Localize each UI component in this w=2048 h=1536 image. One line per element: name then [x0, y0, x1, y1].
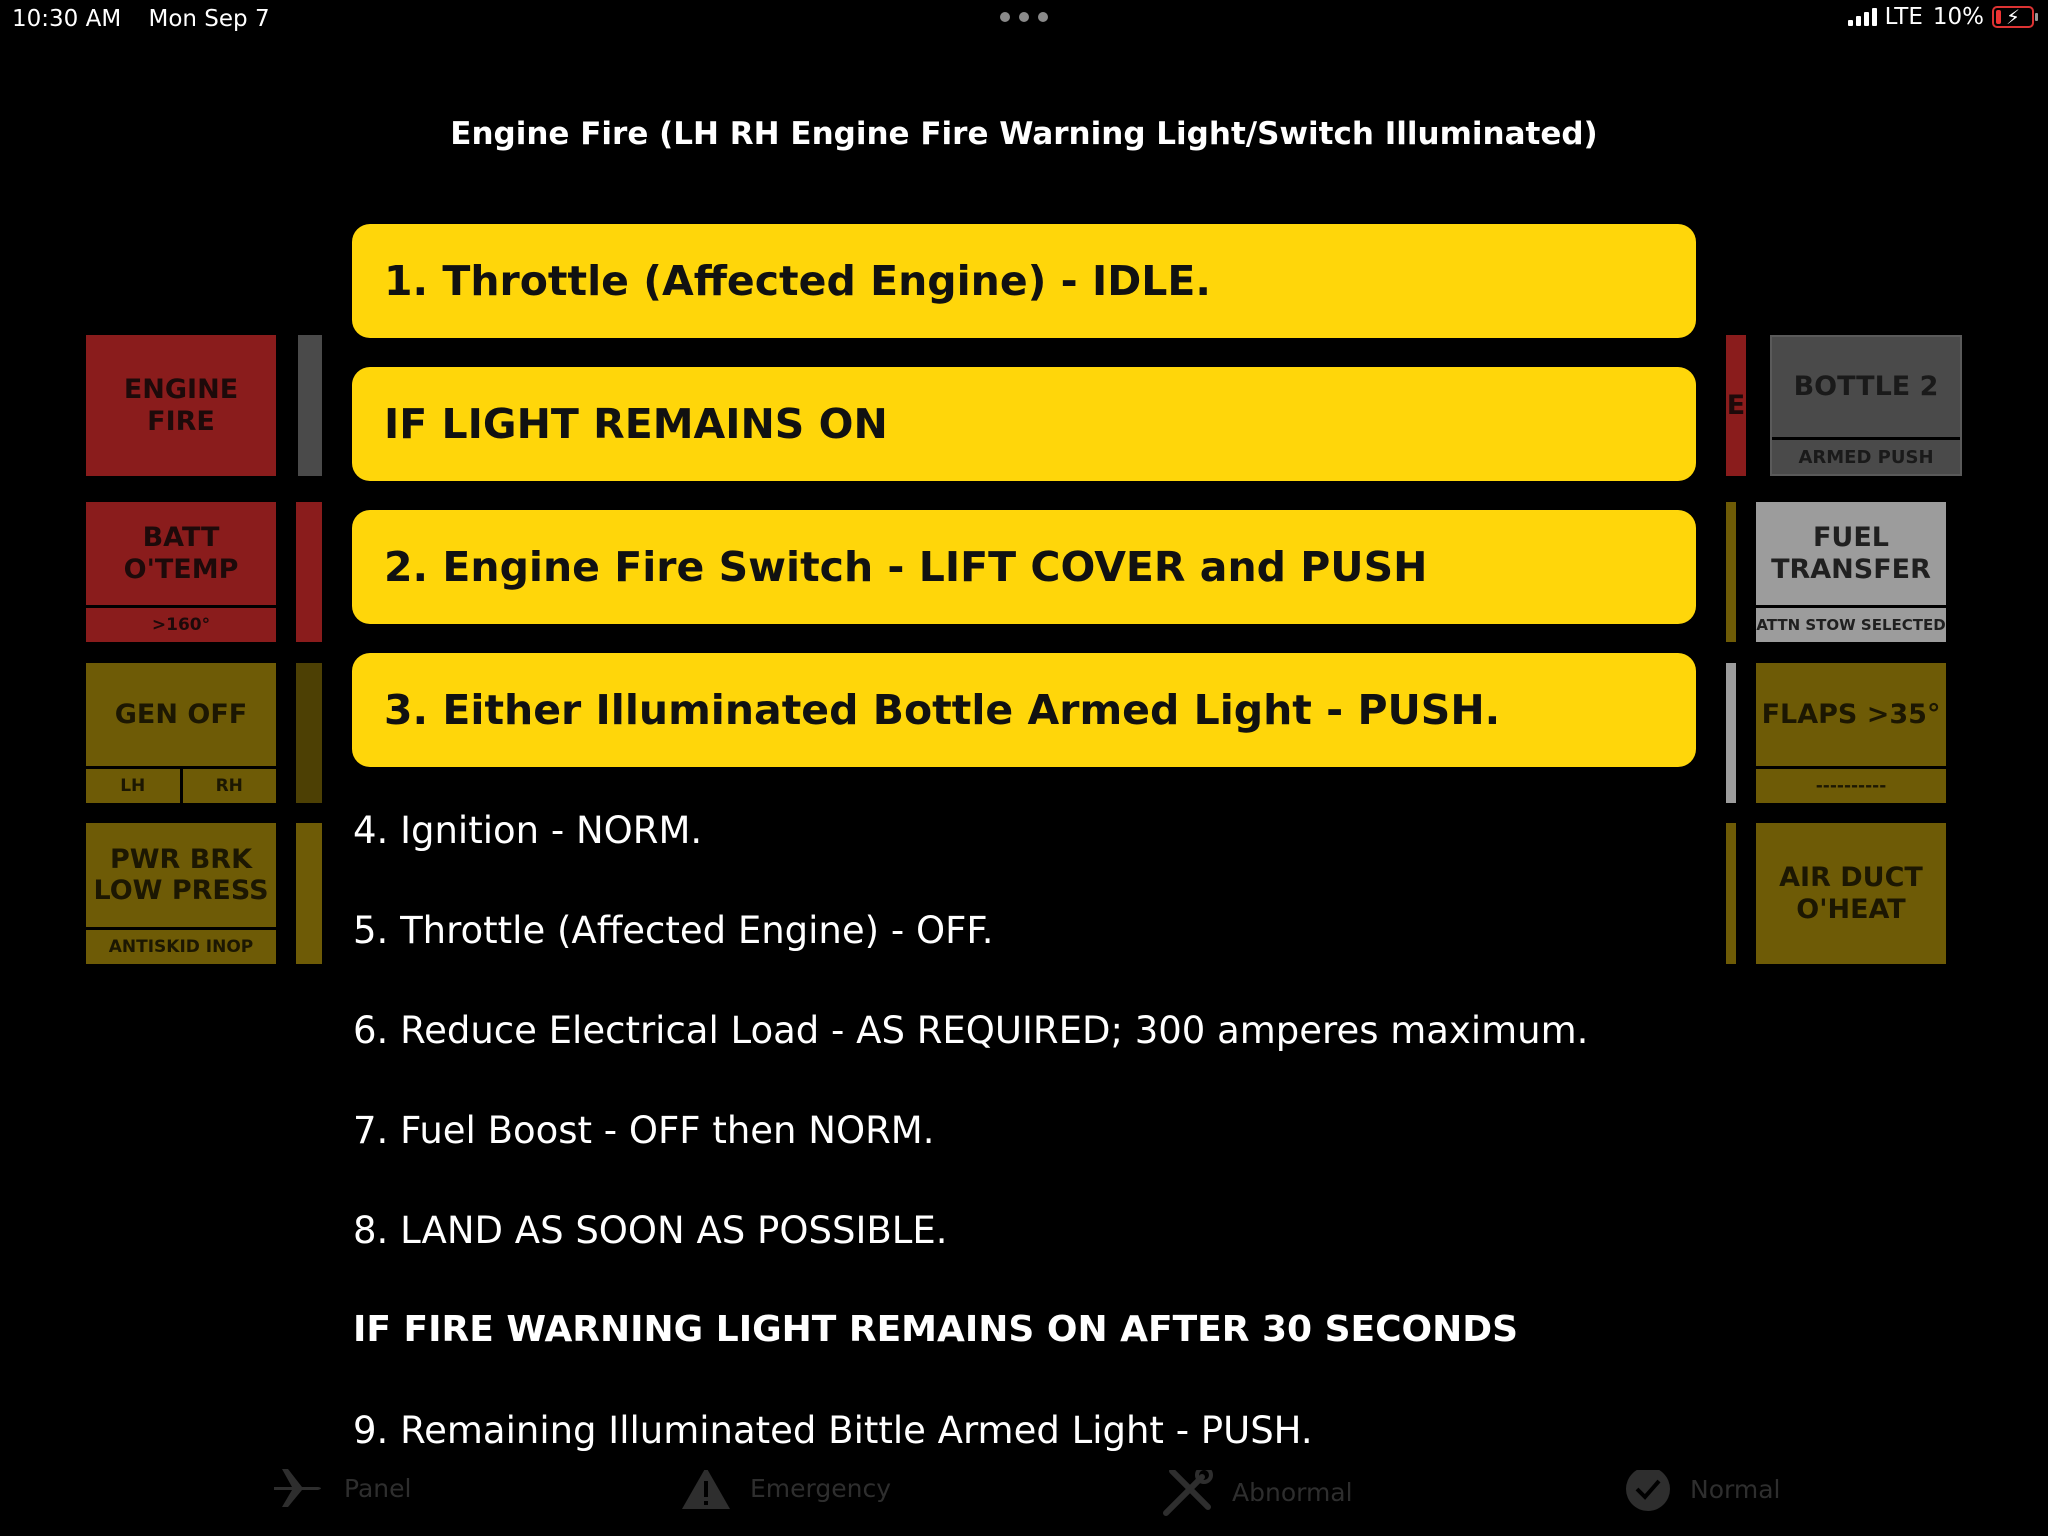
panel-sub-rh: RH	[215, 776, 243, 796]
panel-partial	[296, 502, 322, 642]
panel-sublabel: LH RH	[86, 766, 276, 803]
status-time: 10:30 AM	[12, 6, 122, 32]
tab-abnormal[interactable]: Abnormal	[1160, 1465, 1353, 1519]
panel-partial	[296, 663, 322, 803]
panel-label: BATT O'TEMP	[123, 522, 239, 585]
checklist-step[interactable]: 9. Remaining Illuminated Bittle Armed Li…	[353, 1409, 1313, 1452]
signal-icon	[1847, 8, 1877, 26]
status-bar-right: LTE 10% ⚡	[1847, 4, 2038, 30]
checklist-step-highlight[interactable]: 2. Engine Fire Switch - LIFT COVER and P…	[352, 510, 1696, 624]
battery-percent: 10%	[1932, 4, 1984, 30]
checklist-step[interactable]: 7. Fuel Boost - OFF then NORM.	[353, 1109, 934, 1152]
tab-normal[interactable]: Normal	[1624, 1465, 1780, 1513]
battery-icon: ⚡	[1992, 5, 2038, 29]
panel-gen-off[interactable]: GEN OFF LH RH	[86, 663, 276, 803]
tab-label: Normal	[1690, 1474, 1781, 1504]
network-label: LTE	[1884, 4, 1923, 30]
panel-partial	[1726, 823, 1736, 964]
panel-label: AIR DUCT O'HEAT	[1779, 862, 1923, 925]
status-date: Mon Sep 7	[148, 6, 270, 32]
panel-sublabel: >160°	[86, 605, 276, 642]
tab-label: Panel	[344, 1473, 412, 1503]
panel-label: BOTTLE 2	[1793, 371, 1939, 403]
checklist-step[interactable]: 5. Throttle (Affected Engine) - OFF.	[353, 909, 993, 952]
panel-bottle-2[interactable]: BOTTLE 2 ARMED PUSH	[1770, 335, 1962, 476]
panel-partial	[298, 335, 322, 476]
checklist-step-highlight[interactable]: IF LIGHT REMAINS ON	[352, 367, 1696, 481]
panel-air-duct[interactable]: AIR DUCT O'HEAT	[1756, 823, 1946, 964]
panel-partial	[296, 823, 322, 964]
checklist-step-highlight[interactable]: 1. Throttle (Affected Engine) - IDLE.	[352, 224, 1696, 338]
panel-label: FLAPS >35°	[1761, 698, 1941, 730]
panel-partial-letter: E	[1726, 390, 1746, 421]
tab-label: Abnormal	[1232, 1477, 1353, 1507]
panel-label: FUEL TRANSFER	[1771, 522, 1931, 585]
panel-sub-lh: LH	[86, 769, 183, 803]
airplane-icon	[272, 1465, 326, 1511]
panel-sublabel: ANTISKID INOP	[86, 927, 276, 964]
panel-sublabel: ATTN STOW SELECTED	[1756, 605, 1946, 642]
multitasking-dots-icon[interactable]	[1000, 12, 1048, 24]
app-screen: 10:30 AM Mon Sep 7 LTE 10% ⚡ ENGINE FIRE…	[0, 0, 2048, 1536]
tab-label: Emergency	[750, 1473, 892, 1503]
panel-sublabel: ----------	[1756, 766, 1946, 803]
tab-emergency[interactable]: Emergency	[680, 1465, 891, 1511]
panel-pwr-brk[interactable]: PWR BRK LOW PRESS ANTISKID INOP	[86, 823, 276, 964]
checklist-title: Engine Fire (LH RH Engine Fire Warning L…	[450, 116, 1598, 152]
checklist-step[interactable]: 6. Reduce Electrical Load - AS REQUIRED;…	[353, 1009, 1588, 1052]
panel-sublabel: ARMED PUSH	[1772, 437, 1960, 474]
panel-label: ENGINE FIRE	[123, 374, 239, 437]
warning-icon	[680, 1465, 732, 1511]
panel-engine-fire[interactable]: ENGINE FIRE	[86, 335, 276, 476]
tools-icon	[1160, 1465, 1214, 1519]
checklist-step-highlight[interactable]: 3. Either Illuminated Bottle Armed Light…	[352, 653, 1696, 767]
panel-partial	[1726, 663, 1736, 803]
checklist-modal[interactable]: Engine Fire (LH RH Engine Fire Warning L…	[322, 80, 1726, 1470]
checkmark-icon	[1624, 1465, 1672, 1513]
panel-label: GEN OFF	[114, 698, 248, 730]
panel-label: PWR BRK LOW PRESS	[93, 843, 269, 906]
panel-fuel-transfer[interactable]: FUEL TRANSFER ATTN STOW SELECTED	[1756, 502, 1946, 642]
checklist-step[interactable]: 8. LAND AS SOON AS POSSIBLE.	[353, 1209, 948, 1252]
checklist-condition[interactable]: IF FIRE WARNING LIGHT REMAINS ON AFTER 3…	[353, 1309, 1518, 1350]
tab-panel[interactable]: Panel	[272, 1465, 411, 1511]
checklist-step[interactable]: 4. Ignition - NORM.	[353, 809, 702, 852]
panel-batt-otemp[interactable]: BATT O'TEMP >160°	[86, 502, 276, 642]
status-bar-left: 10:30 AM Mon Sep 7	[12, 6, 290, 32]
panel-flaps[interactable]: FLAPS >35° ----------	[1756, 663, 1946, 803]
panel-partial-right: E	[1726, 335, 1746, 476]
panel-partial	[1726, 502, 1736, 642]
